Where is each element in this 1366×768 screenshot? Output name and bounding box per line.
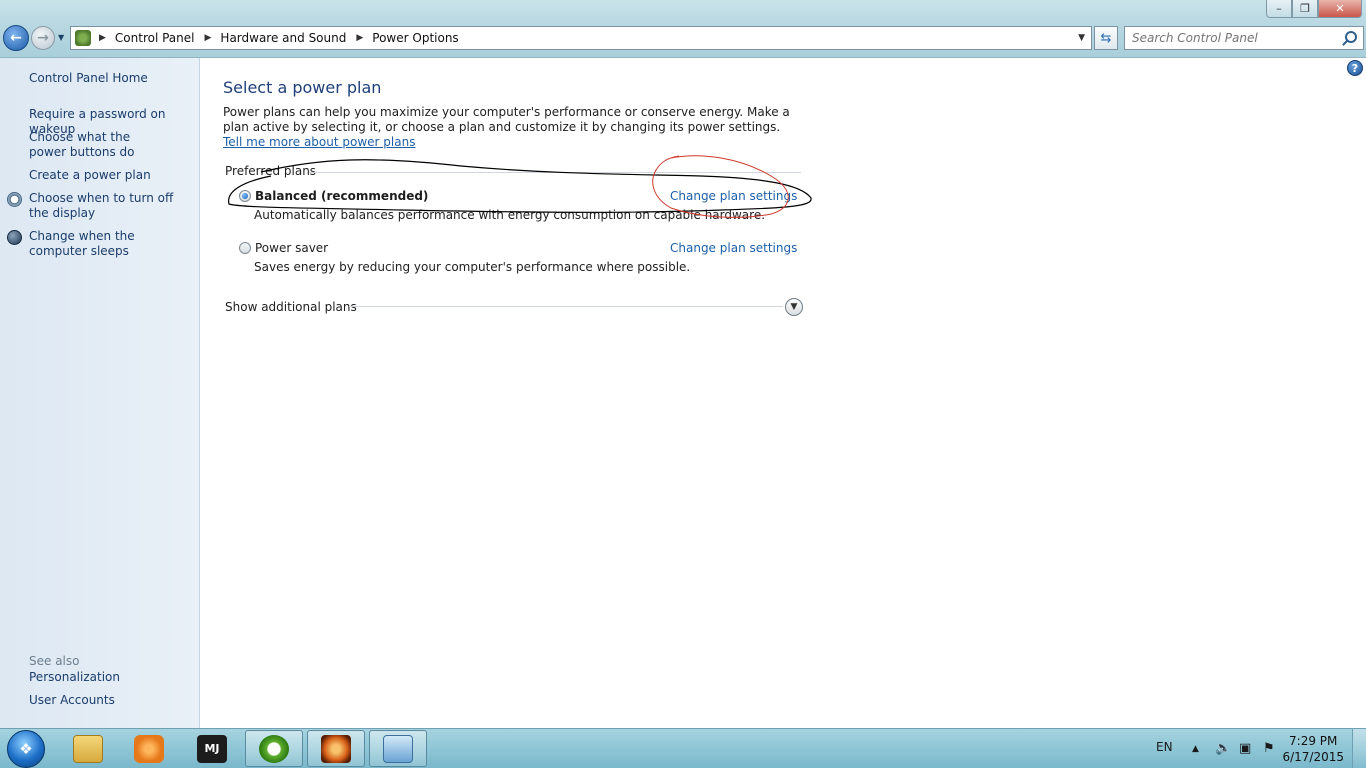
minimize-button[interactable]: – xyxy=(1266,0,1292,18)
chevron-right-icon[interactable]: ▶ xyxy=(205,33,212,43)
address-bar[interactable]: ▶ Control Panel ▶ Hardware and Sound ▶ P… xyxy=(70,26,1092,50)
create-power-plan-link[interactable]: Create a power plan xyxy=(29,168,197,183)
back-button[interactable]: ← xyxy=(3,25,29,51)
clock-icon xyxy=(7,192,22,207)
tell-me-more-link[interactable]: Tell me more about power plans xyxy=(223,135,415,149)
network-icon[interactable]: ▣ xyxy=(1239,741,1251,756)
change-plan-settings-link-power-saver[interactable]: Change plan settings xyxy=(670,241,797,255)
control-panel-icon xyxy=(75,30,91,46)
power-saver-radio[interactable] xyxy=(239,242,251,254)
chevron-down-icon: ▼ xyxy=(790,302,798,312)
app-mj-icon: MJ xyxy=(197,734,227,763)
play-icon xyxy=(134,734,164,763)
task-sidebar: Control Panel Home Require a password on… xyxy=(0,58,200,728)
taskbar-app-green[interactable] xyxy=(245,730,303,767)
system-tray: EN ▲ 🔈 ▣ ⚑ 7:29 PM 6/17/2015 xyxy=(1136,729,1366,768)
control-panel-icon xyxy=(383,734,413,763)
windows-logo-icon: ❖ xyxy=(19,740,33,758)
plan-name[interactable]: Balanced (recommended) xyxy=(255,189,428,203)
window-titlebar: – ❐ ✕ ← → ▼ ▶ Control Panel ▶ Hardware a… xyxy=(0,0,1366,58)
arrow-right-icon: → xyxy=(37,30,49,46)
change-plan-settings-link-balanced[interactable]: Change plan settings xyxy=(670,189,797,203)
plan-name[interactable]: Power saver xyxy=(255,241,328,255)
restore-button[interactable]: ❐ xyxy=(1292,0,1318,18)
search-input[interactable] xyxy=(1132,31,1332,45)
refresh-button[interactable]: ⇆ xyxy=(1094,26,1118,50)
taskbar-media-player[interactable] xyxy=(120,730,178,767)
search-box[interactable] xyxy=(1124,26,1364,50)
clock[interactable]: 7:29 PM 6/17/2015 xyxy=(1282,733,1344,765)
breadcrumb-power-options[interactable]: Power Options xyxy=(372,31,458,45)
breadcrumb-hardware-and-sound[interactable]: Hardware and Sound xyxy=(220,31,346,45)
start-button[interactable]: ❖ xyxy=(7,730,45,768)
preferred-plans-heading: Preferred plans xyxy=(225,164,317,178)
taskbar-app-orange[interactable] xyxy=(307,730,365,767)
language-indicator[interactable]: EN xyxy=(1156,740,1173,754)
taskbar-control-panel[interactable] xyxy=(369,730,427,767)
show-desktop-button[interactable] xyxy=(1352,729,1366,768)
computer-sleeps-link[interactable]: Change when the computer sleeps xyxy=(29,229,189,259)
volume-icon[interactable]: 🔈 xyxy=(1215,741,1231,756)
clock-time: 7:29 PM xyxy=(1289,734,1338,748)
personalization-link[interactable]: Personalization xyxy=(29,670,197,685)
chevron-right-icon[interactable]: ▶ xyxy=(356,33,363,43)
intro-text: Power plans can help you maximize your c… xyxy=(223,105,803,150)
expand-button[interactable]: ▼ xyxy=(785,298,803,316)
search-icon[interactable] xyxy=(1345,31,1357,43)
intro-description: Power plans can help you maximize your c… xyxy=(223,105,790,134)
page-title: Select a power plan xyxy=(223,78,382,97)
show-hidden-icons[interactable]: ▲ xyxy=(1192,744,1199,754)
plan-description: Automatically balances performance with … xyxy=(254,208,766,222)
section-divider xyxy=(309,172,801,173)
chevron-right-icon[interactable]: ▶ xyxy=(99,33,106,43)
forward-button[interactable]: → xyxy=(31,26,55,50)
app-green-circle-icon xyxy=(259,734,289,763)
see-also-heading: See also xyxy=(29,654,80,668)
app-orange-icon xyxy=(321,734,351,763)
taskbar: ❖ MJ EN ▲ 🔈 ▣ ⚑ 7:29 PM 6/17/2015 xyxy=(0,728,1366,768)
control-panel-home-link[interactable]: Control Panel Home xyxy=(29,71,197,86)
breadcrumb-control-panel[interactable]: Control Panel xyxy=(115,31,195,45)
moon-icon xyxy=(7,230,22,245)
user-accounts-link[interactable]: User Accounts xyxy=(29,693,197,708)
close-button[interactable]: ✕ xyxy=(1318,0,1362,18)
window-controls: – ❐ ✕ xyxy=(1266,0,1362,18)
taskbar-file-explorer[interactable] xyxy=(59,730,117,767)
taskbar-app-mj[interactable]: MJ xyxy=(183,730,241,767)
action-center-flag-icon[interactable]: ⚑ xyxy=(1263,741,1275,756)
refresh-icon: ⇆ xyxy=(1100,30,1112,46)
section-divider xyxy=(349,306,783,307)
address-history-dropdown[interactable]: ▼ xyxy=(1078,33,1085,43)
turn-off-display-link[interactable]: Choose when to turn off the display xyxy=(29,191,189,221)
clock-date: 6/17/2015 xyxy=(1282,750,1344,764)
main-content: ? Select a power plan Power plans can he… xyxy=(201,58,1366,728)
show-additional-plans[interactable]: Show additional plans xyxy=(225,300,357,314)
plan-description: Saves energy by reducing your computer's… xyxy=(254,260,691,274)
arrow-left-icon: ← xyxy=(10,30,22,46)
folder-icon xyxy=(73,734,103,763)
recent-pages-dropdown[interactable]: ▼ xyxy=(58,33,64,42)
balanced-radio[interactable] xyxy=(239,190,251,202)
power-buttons-link[interactable]: Choose what the power buttons do xyxy=(29,130,169,160)
help-icon[interactable]: ? xyxy=(1347,60,1363,76)
